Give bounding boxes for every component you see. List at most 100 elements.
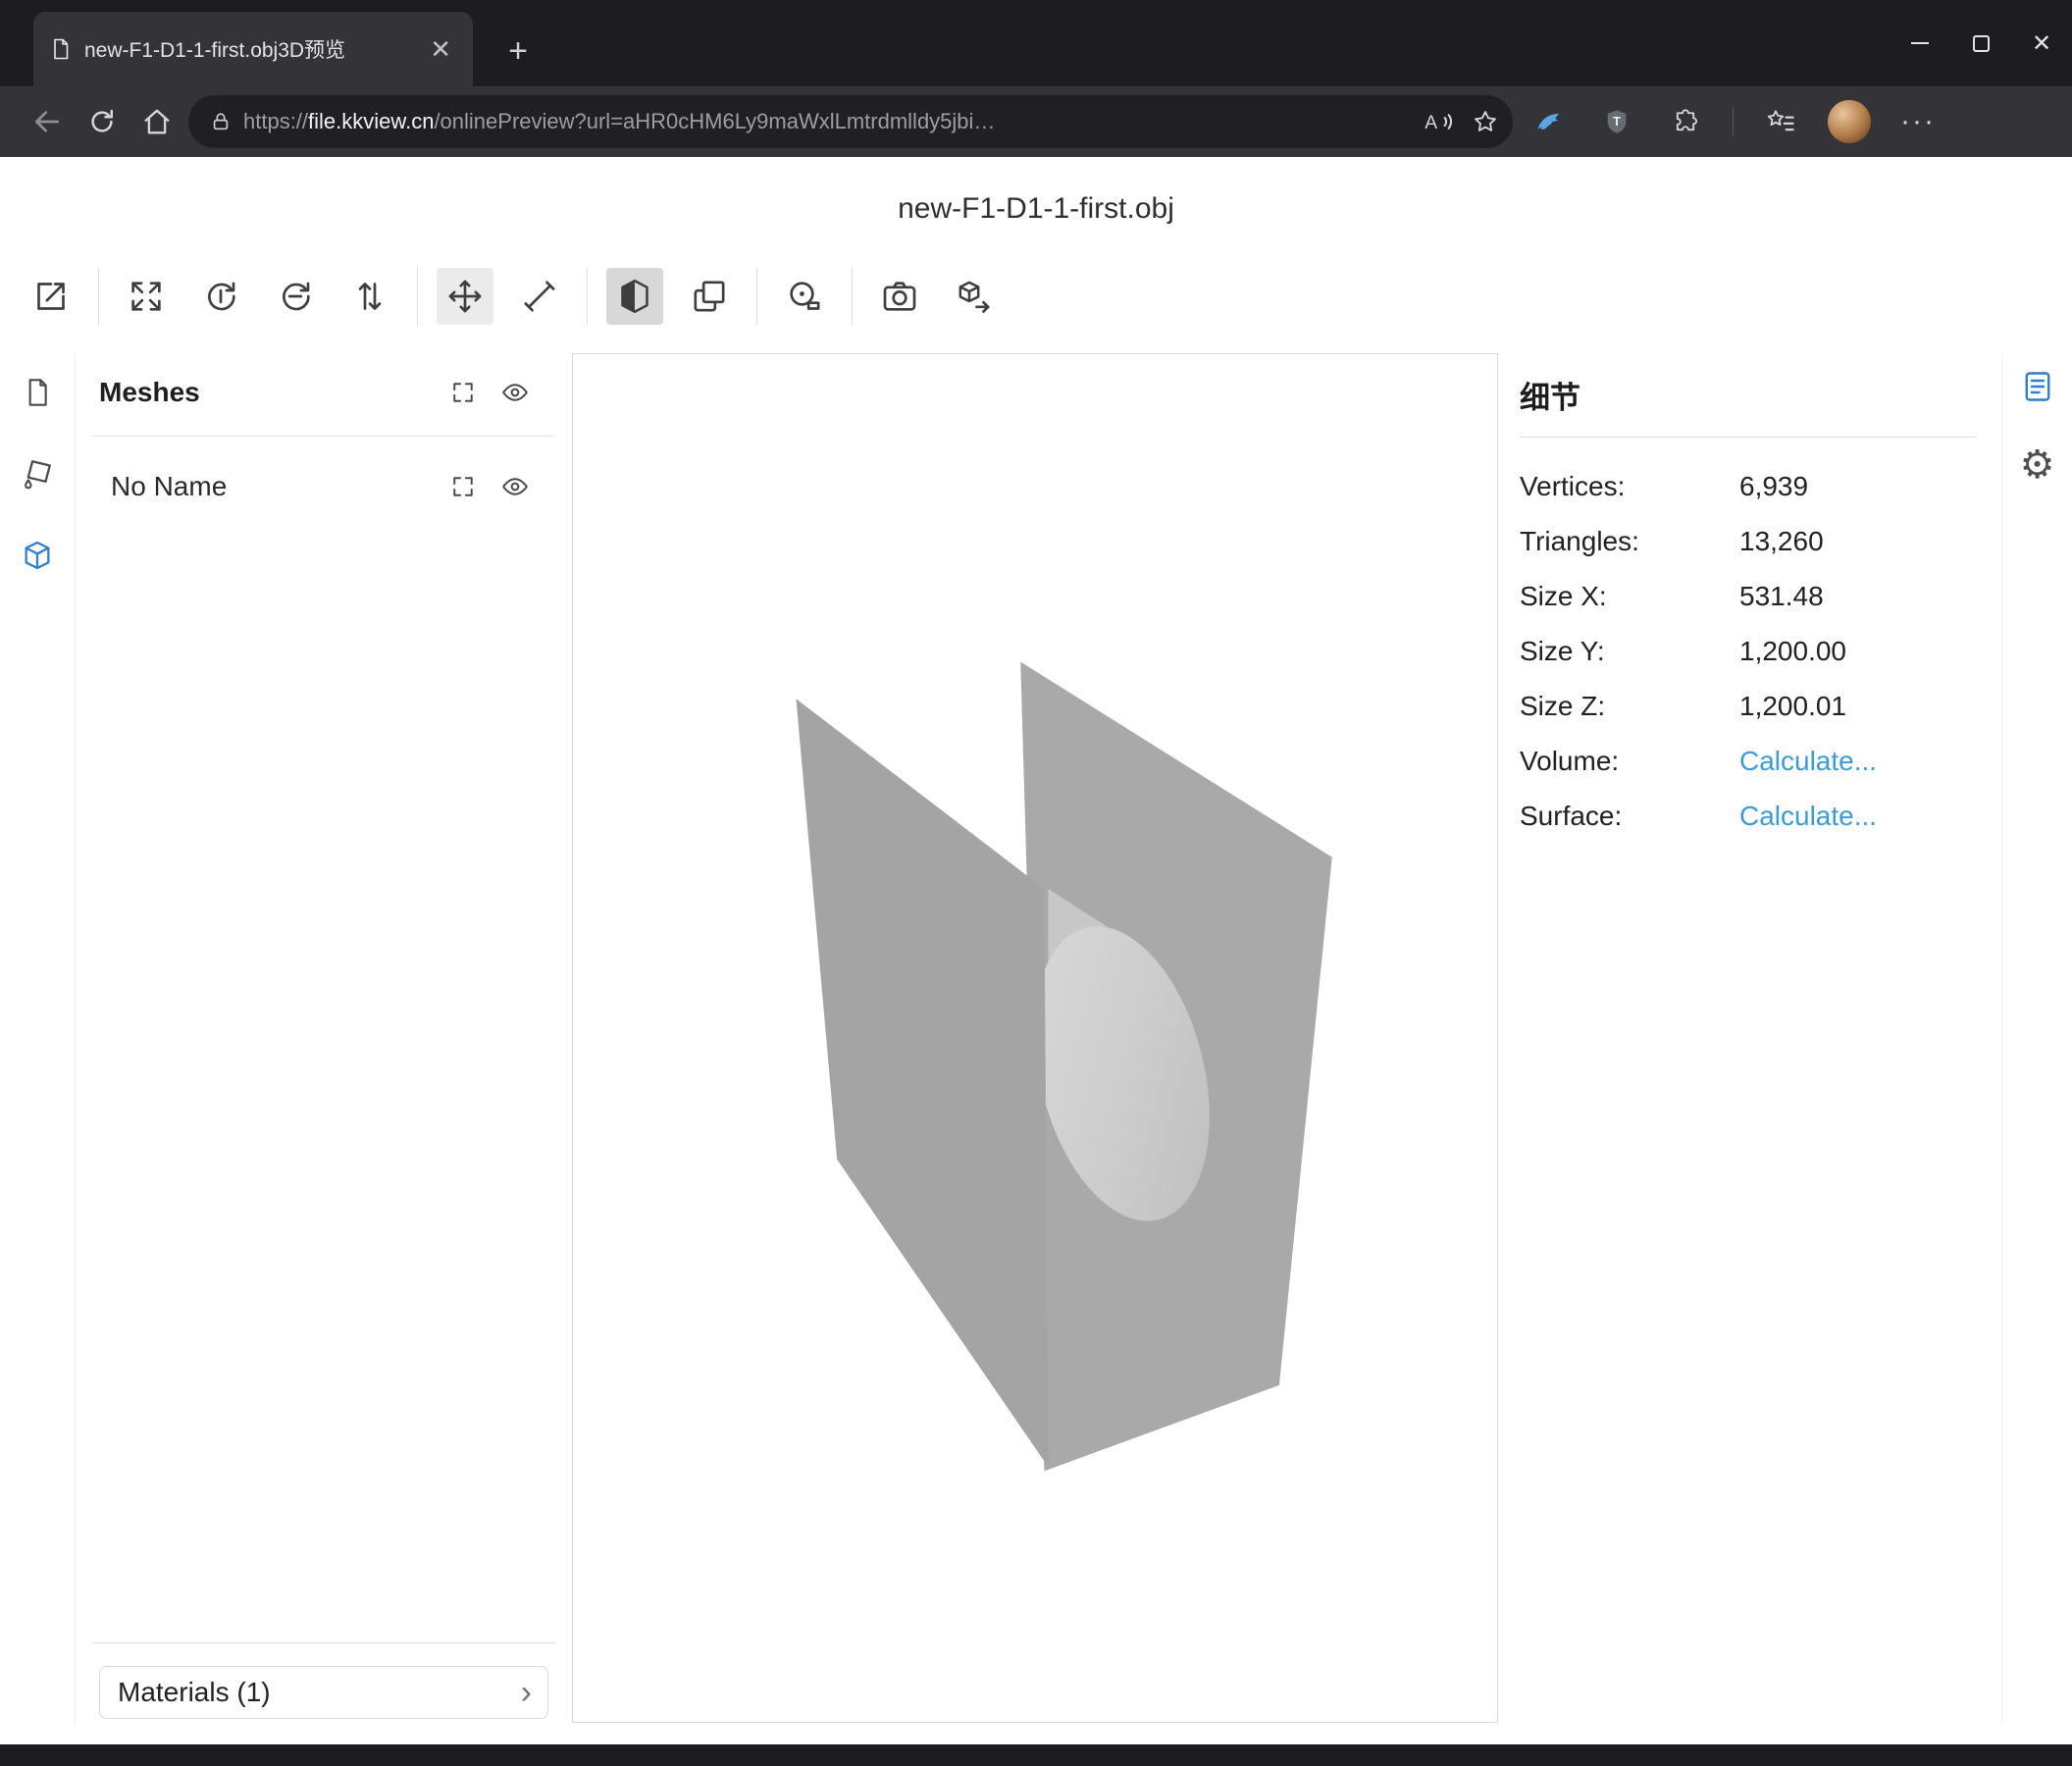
minimize-icon — [1911, 42, 1929, 44]
viewer-page: new-F1-D1-1-first.obj — [0, 157, 2072, 1744]
home-button[interactable] — [133, 98, 181, 145]
detail-label: Size X: — [1520, 581, 1739, 612]
browser-tab[interactable]: new-F1-D1-1-first.obj3D预览 ✕ — [33, 12, 473, 86]
perspective-view-button[interactable] — [606, 268, 663, 325]
rotate-x-button[interactable] — [192, 268, 249, 325]
move-tool-button[interactable] — [437, 268, 493, 325]
file-info-tab[interactable] — [18, 373, 57, 412]
url-domain: file.kkview.cn — [308, 109, 434, 133]
more-icon: ··· — [1900, 105, 1936, 138]
screenshot-button[interactable] — [871, 268, 928, 325]
flip-vertical-button[interactable] — [341, 268, 398, 325]
new-tab-button[interactable]: + — [496, 29, 540, 73]
materials-tab[interactable] — [18, 454, 57, 493]
extension-shield-icon[interactable]: T — [1595, 100, 1638, 143]
materials-button[interactable]: Materials (1) › — [99, 1666, 548, 1719]
extensions-puzzle-icon[interactable] — [1664, 100, 1707, 143]
viewer-toolbar — [14, 259, 1011, 334]
detail-value: 6,939 — [1739, 471, 1808, 502]
favorites-hub-icon[interactable] — [1759, 100, 1802, 143]
detail-row-vertices: Vertices: 6,939 — [1520, 459, 1976, 514]
left-icon-strip — [0, 353, 76, 1723]
detail-label: Size Z: — [1520, 691, 1739, 722]
detail-row-surface: Surface: Calculate... — [1520, 789, 1976, 844]
window-controls: ✕ — [1890, 0, 2072, 86]
detail-label: Volume: — [1520, 746, 1739, 777]
details-panel-toggle[interactable] — [2018, 367, 2057, 406]
refresh-button[interactable] — [78, 98, 126, 145]
details-title: 细节 — [1520, 373, 1976, 417]
browser-menu-button[interactable]: ··· — [1896, 100, 1940, 143]
svg-text:T: T — [1613, 114, 1621, 129]
extension-bird-icon[interactable] — [1527, 100, 1570, 143]
navbar-divider — [1733, 107, 1734, 136]
avatar-image — [1828, 100, 1871, 143]
settings-button[interactable]: ⚙ — [2018, 445, 2057, 485]
fit-all-icon[interactable] — [449, 379, 477, 406]
mesh-list-item[interactable]: No Name — [76, 455, 555, 518]
details-panel: 细节 Vertices: 6,939 Triangles: 13,260 Siz… — [1520, 353, 1976, 844]
detail-row-size-z: Size Z: 1,200.01 — [1520, 679, 1976, 734]
orthographic-view-button[interactable] — [681, 268, 738, 325]
lock-icon — [210, 111, 232, 132]
detail-label: Vertices: — [1520, 471, 1739, 502]
visibility-mesh-icon[interactable] — [500, 472, 530, 501]
detail-value: 13,260 — [1739, 526, 1824, 557]
calculate-surface-link[interactable]: Calculate... — [1739, 801, 1877, 832]
model-plane-left — [796, 699, 1048, 1467]
browser-titlebar: new-F1-D1-1-first.obj3D预览 ✕ + ✕ — [0, 0, 2072, 86]
fit-view-button[interactable] — [118, 268, 175, 325]
maximize-icon — [1973, 35, 1990, 52]
visibility-all-icon[interactable] — [500, 378, 530, 407]
rotate-y-button[interactable] — [267, 268, 324, 325]
meshes-header: Meshes — [76, 363, 555, 422]
measure-line-button[interactable] — [511, 268, 568, 325]
chevron-right-icon: › — [521, 1676, 532, 1709]
toolbar-separator — [852, 268, 853, 325]
minimize-button[interactable] — [1890, 0, 1950, 86]
detail-value: 1,200.01 — [1739, 691, 1846, 722]
toolbar-separator — [756, 268, 757, 325]
browser-window: new-F1-D1-1-first.obj3D预览 ✕ + ✕ https://… — [0, 0, 2072, 1766]
back-button[interactable] — [24, 98, 71, 145]
favorite-star-icon[interactable] — [1472, 108, 1499, 135]
export-model-button[interactable] — [946, 268, 1003, 325]
detail-label: Triangles: — [1520, 526, 1739, 557]
maximize-button[interactable] — [1950, 0, 2011, 86]
read-aloud-icon[interactable]: A — [1423, 108, 1456, 135]
detail-row-size-y: Size Y: 1,200.00 — [1520, 624, 1976, 679]
toolbar-separator — [587, 268, 588, 325]
model-viewport[interactable] — [572, 353, 1498, 1723]
detail-row-size-x: Size X: 531.48 — [1520, 569, 1976, 624]
measure-tape-button[interactable] — [776, 268, 833, 325]
detail-row-volume: Volume: Calculate... — [1520, 734, 1976, 789]
url-scheme: https:// — [243, 109, 308, 133]
close-button[interactable]: ✕ — [2011, 0, 2072, 86]
detail-value: 1,200.00 — [1739, 636, 1846, 667]
open-file-button[interactable] — [23, 268, 79, 325]
toolbar-separator — [417, 268, 418, 325]
materials-divider — [92, 1642, 555, 1643]
mesh-name: No Name — [111, 471, 227, 502]
profile-avatar[interactable] — [1828, 100, 1871, 143]
window-bottom-edge — [0, 1744, 2072, 1766]
fit-mesh-icon[interactable] — [449, 473, 477, 500]
calculate-volume-link[interactable]: Calculate... — [1739, 746, 1877, 777]
meshes-panel: Meshes No Name — [76, 353, 555, 1723]
model-render — [573, 354, 1497, 1722]
tab-close-button[interactable]: ✕ — [424, 34, 457, 65]
detail-label: Surface: — [1520, 801, 1739, 832]
model-tab[interactable] — [18, 536, 57, 575]
browser-navbar: https://file.kkview.cn/onlinePreview?url… — [0, 86, 2072, 157]
address-bar[interactable]: https://file.kkview.cn/onlinePreview?url… — [188, 95, 1513, 148]
page-title: new-F1-D1-1-first.obj — [0, 192, 2072, 226]
meshes-header-label: Meshes — [99, 377, 200, 408]
svg-text:A: A — [1424, 113, 1437, 133]
materials-button-label: Materials (1) — [118, 1677, 271, 1708]
detail-value: 531.48 — [1739, 581, 1824, 612]
right-icon-strip: ⚙ — [2001, 353, 2072, 1723]
tab-title: new-F1-D1-1-first.obj3D预览 — [84, 34, 424, 64]
toolbar-separator — [98, 268, 99, 325]
page-file-icon — [49, 37, 73, 61]
url-text: https://file.kkview.cn/onlinePreview?url… — [243, 109, 995, 134]
